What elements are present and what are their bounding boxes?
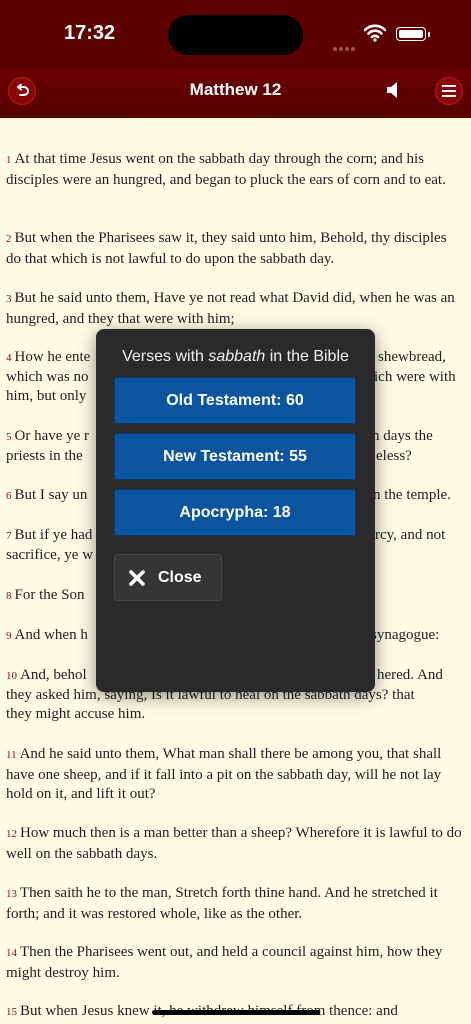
verse-number: 3 [6,293,12,305]
close-label: Close [158,568,202,586]
new-testament-button[interactable]: New Testament: 55 [114,433,356,480]
verse-text: shewbread, [378,349,446,365]
status-bar: 17:32 [0,0,471,70]
verse-number: 7 [6,530,12,542]
verse-text: hered. And [377,667,443,683]
battery-icon [396,27,430,41]
status-time: 17:32 [64,22,116,44]
verse-number: 8 [6,590,12,602]
apocrypha-button[interactable]: Apocrypha: 18 [114,489,356,536]
verse-text: For the Son [14,587,85,603]
verse-text: But when the Pharisees saw it, they said… [6,230,447,267]
verse-number: 1 [6,154,12,166]
verse-text: And he said unto them, What man shall th… [6,746,442,802]
verse[interactable]: 12 How much then is a man better than a s… [6,824,462,864]
verse[interactable]: 14 Then the Pharisees went out, and held … [6,943,462,983]
verse-text: But I say un [14,487,88,503]
nav-bar: Matthew 12 [0,70,471,118]
verse-text: How he ente [14,349,91,365]
verse-text: Then saith he to the man, Stretch forth … [6,885,438,922]
verse-number: 5 [6,431,12,443]
verse-number: 2 [6,233,12,245]
verse-text: priests in the [6,447,83,464]
verse-number: 10 [6,670,17,682]
dialog-title: Verses with sabbath in the Bible [122,348,349,365]
verse-number: 13 [6,888,17,900]
menu-button[interactable] [435,77,463,105]
verse[interactable]: 1 At that time Jesus went on the sabbath … [6,150,462,190]
verse-text: ich were with [374,368,456,385]
cellular-signal-icon [333,38,357,56]
verse-number: 14 [6,947,17,959]
hamburger-menu-icon [441,84,457,98]
verse[interactable]: 3 But he said unto them, Have ye not read… [6,289,462,329]
verse-number: 6 [6,490,12,502]
verse-text: And, behol [20,667,87,683]
verse[interactable]: 13 Then saith he to the man, Stretch fort… [6,884,462,924]
verse-text: Or have ye r [14,428,90,444]
search-results-dialog: Verses with sabbath in the Bible Old Tes… [96,329,375,692]
old-testament-button[interactable]: Old Testament: 60 [114,377,356,424]
verse-number: 12 [6,828,17,840]
verse-text: rcy, and not [375,527,446,543]
verse[interactable]: 11 And he said unto them, What man shall … [6,745,462,805]
close-icon [128,569,146,587]
verse-number: 9 [6,630,12,642]
close-button[interactable]: Close [114,554,222,601]
verse-text: n days the [372,428,433,444]
verse-text: sacrifice, ye w [6,546,94,563]
verse-text: And when h [14,627,88,643]
verse-text: they might accuse him. [6,706,146,722]
verse-text: which was no [6,368,89,385]
dynamic-island [168,15,303,55]
verse-text: At that time Jesus went on the sabbath d… [6,151,446,188]
verse-number: 4 [6,352,12,364]
verse-number: 15 [6,1006,17,1018]
speaker-icon [384,80,404,100]
verse-text: eless? [376,447,412,464]
wifi-icon [363,24,387,47]
verse-text: But he said unto them, Have ye not read … [6,290,455,327]
verse-text: How much then is a man better than a she… [6,825,462,862]
home-indicator[interactable] [152,1010,320,1015]
verse-text: But if ye had [14,527,93,543]
verse[interactable]: 2 But when the Pharisees saw it, they sai… [6,229,462,269]
verse-number: 11 [6,749,17,761]
verse-text: n the temple. [373,487,451,503]
verse-text: synagogue: [371,627,440,643]
verse-text: Then the Pharisees went out, and held a … [6,944,443,981]
speaker-button[interactable] [384,80,404,100]
verse-text: him, but only [6,388,87,404]
search-term: sabbath [208,348,266,365]
